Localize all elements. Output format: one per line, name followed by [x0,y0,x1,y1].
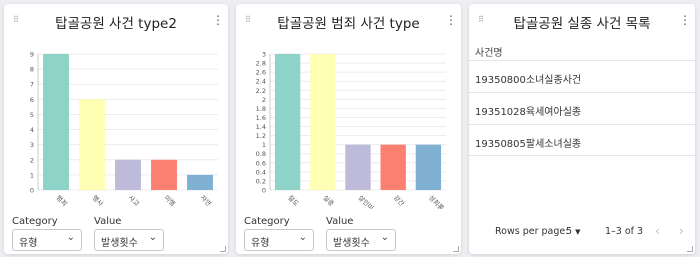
y-tick-label: 0.4 [256,168,266,176]
y-tick-label: 0.8 [256,150,266,158]
y-tick-label: 0.6 [256,159,266,167]
caret-down-icon: ▼ [575,228,581,236]
category-label: Category [12,216,58,227]
bar [415,144,442,190]
more-vert-icon[interactable]: ⋮ [679,14,691,26]
x-tick-label: 사고 [127,193,142,208]
category-select[interactable]: 유형 ⌄ [12,229,82,251]
x-tick-label: 절도 [286,194,300,208]
list-card-missing: ⠿ 탑골공원 실종 사건 목록 ⋮ 사건명 19350800소녀실종사건 193… [469,4,695,254]
chevron-down-icon: ⌄ [148,232,157,243]
y-tick-label: 5 [30,111,34,119]
x-tick-label: 살인미수 [357,193,380,209]
bar [345,144,371,190]
pagination-range: 1–3 of 3 [605,226,644,237]
category-select-value: 유형 [251,238,270,249]
x-tick-label: 행사 [91,193,106,208]
rows-per-page-select[interactable]: 5 ▼ [566,226,580,237]
category-select-value: 유형 [19,238,38,249]
y-tick-label: 1.2 [256,132,266,140]
resize-handle[interactable] [453,246,459,252]
chart-card-type2: ⠿ 탑골공원 사건 type2 ⋮ 0 1 2 3 4 5 6 7 8 9 범죄 행사 사고 미행 자연 C… [4,4,228,254]
y-tick-label: 2.8 [256,60,266,68]
x-tick-label: 미행 [163,193,178,208]
x-tick-label: 강간 [392,193,407,208]
list-item[interactable]: 19350800소녀실종사건 [469,60,695,92]
value-label: Value [94,216,122,227]
chart-card-crime-type: ⠿ 탑골공원 범죄 사건 type ⋮ 0 0.2 0.4 0.6 0.8 1 1.2 1.4… [236,4,461,254]
y-tick-label: 3 [30,141,34,149]
y-tick-label: 7 [30,81,34,89]
bar [151,159,177,190]
list-item-label: 19350800소녀실종사건 [475,75,582,86]
bar-chart: 0 1 2 3 4 5 6 7 8 9 범죄 행사 사고 미행 자연 [30,51,218,208]
y-tick-label: 1.8 [256,105,266,113]
y-tick-label: 1.6 [256,114,266,122]
bar [115,159,141,190]
card-title: 탑골공원 사건 type2 [55,16,177,32]
chevron-down-icon: ⌄ [66,232,75,243]
chevron-left-icon[interactable]: ‹ [655,224,660,238]
value-select-value: 발생횟수 [101,238,138,249]
column-header: 사건명 [475,48,503,59]
value-select[interactable]: 발생횟수 ⌄ [94,229,164,251]
x-tick-label: 범죄 [55,193,70,208]
y-tick-label: 2 [30,156,34,164]
y-tick-label: 9 [30,51,34,59]
x-tick-label: 성희롱 [427,193,446,209]
bar [310,54,336,190]
resize-handle[interactable] [687,246,693,252]
y-tick-label: 8 [30,66,34,74]
value-select-value: 발생횟수 [333,238,370,249]
list-item-label: 19350805팔세소녀실종 [475,139,582,150]
y-tick-label: 0.2 [256,177,266,185]
category-label: Category [244,216,290,227]
category-select[interactable]: 유형 ⌄ [244,229,314,251]
more-vert-icon[interactable]: ⋮ [212,14,224,26]
value-select[interactable]: 발생횟수 ⌄ [326,229,396,251]
y-tick-label: 2 [262,96,266,104]
bar [187,174,213,190]
chevron-down-icon: ⌄ [298,232,307,243]
y-tick-label: 6 [30,96,34,104]
rows-per-page-label: Rows per page: [495,226,569,237]
y-tick-label: 4 [30,126,34,134]
y-tick-label: 1.4 [256,123,266,131]
bar [43,54,69,190]
bar [79,99,105,190]
bar-chart: 0 0.20.40.60.811.21.41.61.822.22.42.62.83… [256,51,446,210]
list-item[interactable]: 19350805팔세소녀실종 [469,124,695,156]
y-tick-label: 2.6 [256,69,266,77]
x-tick-label: 자연 [199,193,214,208]
more-vert-icon[interactable]: ⋮ [445,14,457,26]
resize-handle[interactable] [220,246,226,252]
chevron-right-icon[interactable]: › [679,224,684,238]
rows-per-page-value: 5 [566,226,573,237]
x-tick-label: 실종 [321,193,336,208]
y-tick-label: 1 [262,141,266,149]
bar [380,144,406,190]
value-label: Value [326,216,354,227]
y-tick-label: 0 [262,187,266,195]
y-tick-label: 2.4 [256,78,266,86]
card-title: 탑골공원 범죄 사건 type [277,16,420,32]
card-title: 탑골공원 실종 사건 목록 [513,16,651,32]
list-item-label: 19351028육세여아실종 [475,107,582,118]
list-item[interactable]: 19351028육세여아실종 [469,92,695,124]
y-tick-label: 2.2 [256,87,266,95]
chevron-down-icon: ⌄ [380,232,389,243]
y-tick-label: 3 [262,51,266,59]
y-tick-label: 1 [30,171,34,179]
bar [274,54,301,190]
y-tick-label: 0 [30,187,34,195]
